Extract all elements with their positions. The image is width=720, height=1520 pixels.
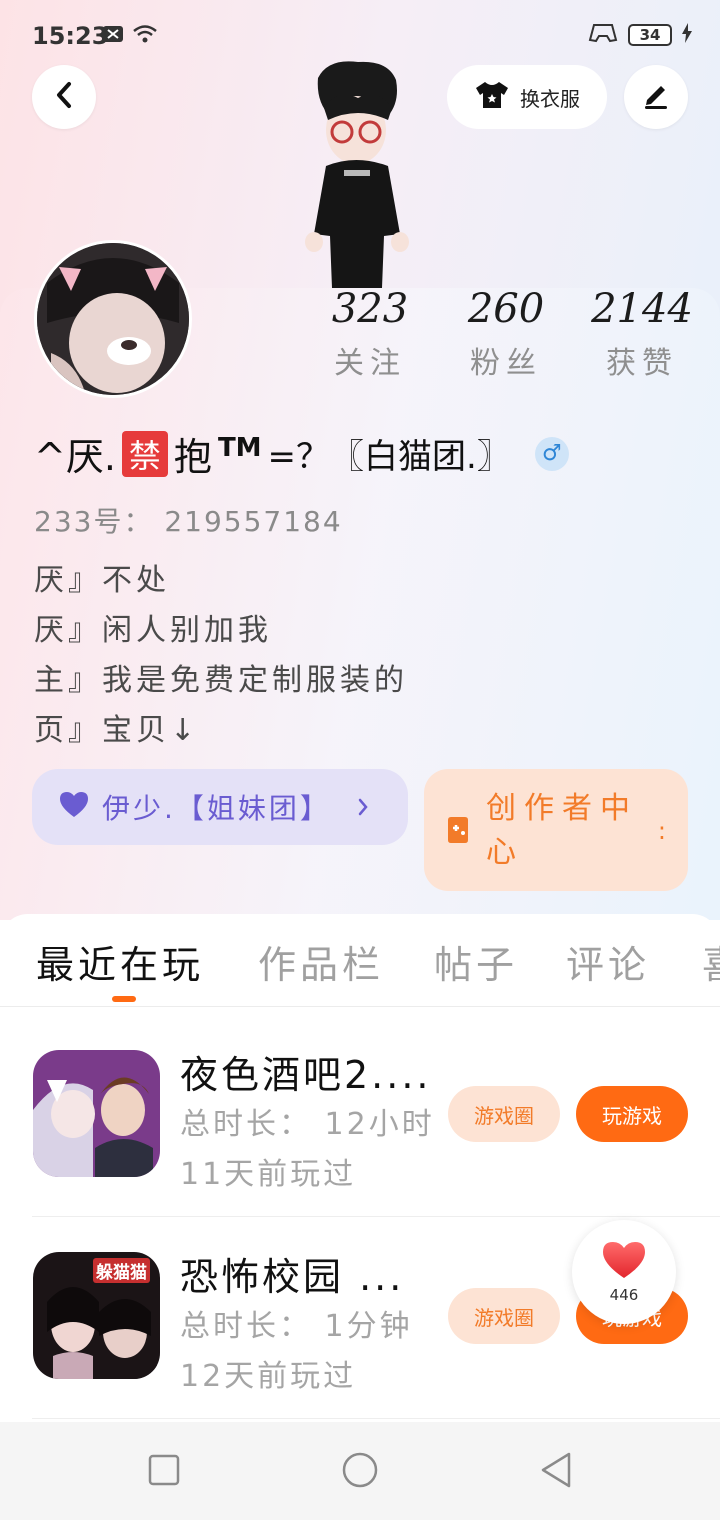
stat-following[interactable]: 323 关注 xyxy=(310,286,430,382)
gamepad-plus-icon xyxy=(446,813,470,857)
notification-icon xyxy=(102,25,124,47)
change-outfit-button[interactable]: 换衣服 xyxy=(447,65,607,129)
nickname-sup: TM xyxy=(217,432,262,463)
likes-count: 2144 xyxy=(591,286,693,332)
game-icon xyxy=(33,1050,160,1177)
game-duration: 总时长： 1分钟 xyxy=(180,1309,413,1344)
game-meta: 总时长： 1分钟 12天前玩过 xyxy=(180,1302,413,1402)
game-icon: 躲猫猫 xyxy=(33,1252,160,1379)
nickname-suffix: =？〖白猫团.〗 xyxy=(267,437,511,477)
avatar-3d-figure[interactable] xyxy=(288,58,428,294)
system-nav-bar xyxy=(0,1422,720,1520)
game-title: 夜色酒吧2.... xyxy=(180,1053,432,1097)
gamepad-icon xyxy=(588,22,618,48)
heart-icon xyxy=(601,1240,647,1284)
bio-line: 厌』不处 xyxy=(34,563,170,598)
bio-line: 主』我是免费定制服装的 xyxy=(34,663,408,698)
circle-icon xyxy=(341,1451,379,1493)
creator-center-label: 创作者中心 xyxy=(486,791,638,870)
heart-icon xyxy=(58,790,90,825)
back-nav-button[interactable] xyxy=(534,1450,578,1494)
home-button[interactable] xyxy=(338,1450,382,1494)
group-chip[interactable]: 伊少.【姐妹团】 xyxy=(32,769,408,845)
game-meta: 总时长： 12小时 11天前玩过 xyxy=(180,1100,435,1200)
following-count: 323 xyxy=(331,286,409,332)
pencil-icon xyxy=(641,80,671,114)
divider xyxy=(32,1418,720,1419)
bio-line: 厌』闲人别加我 xyxy=(34,613,272,648)
tshirt-icon xyxy=(474,80,510,115)
likes-label: 获赞 xyxy=(606,346,678,381)
list-item[interactable]: 夜色酒吧2.... 总时长： 12小时 11天前玩过 游戏圈 玩游戏 xyxy=(0,1016,720,1216)
back-button[interactable] xyxy=(32,65,96,129)
followers-label: 粉丝 xyxy=(470,346,542,381)
profile-bio: 厌』不处 厌』闲人别加我 主』我是免费定制服装的 页』宝贝↓ xyxy=(34,556,408,756)
chevron-right-icon xyxy=(357,791,369,824)
content-tabs: 最近在玩 作品栏 帖子 评论 喜 xyxy=(0,914,720,1007)
chevron-left-icon xyxy=(54,81,74,113)
creator-center-button[interactable]: 创作者中心 : xyxy=(424,769,688,891)
profile-nickname: ^厌. 禁 抱 TM =？〖白猫团.〗 ♂ xyxy=(34,426,569,481)
tab-comments[interactable]: 评论 xyxy=(566,934,650,989)
edit-profile-button[interactable] xyxy=(624,65,688,129)
game-circle-button[interactable]: 游戏圈 xyxy=(448,1086,560,1142)
tab-posts[interactable]: 帖子 xyxy=(434,934,518,989)
like-count: 446 xyxy=(609,1286,639,1304)
wifi-icon xyxy=(132,24,158,48)
recent-apps-button[interactable] xyxy=(142,1450,186,1494)
game-duration: 总时长： 12小时 xyxy=(180,1107,435,1142)
nickname-prefix: ^厌. xyxy=(34,435,116,479)
game-title: 恐怖校园 ... xyxy=(180,1255,405,1299)
battery-indicator: 34 xyxy=(628,24,672,46)
stat-followers[interactable]: 260 粉丝 xyxy=(446,286,566,382)
triangle-back-icon xyxy=(539,1451,573,1493)
bio-line: 页』宝贝↓ xyxy=(34,713,200,748)
user-avatar[interactable] xyxy=(34,240,192,398)
square-icon xyxy=(148,1454,180,1490)
male-gender-icon: ♂ xyxy=(534,436,569,471)
divider xyxy=(32,1216,720,1217)
play-game-button[interactable]: 玩游戏 xyxy=(576,1086,688,1142)
game-icon-text: 躲猫猫 xyxy=(93,1258,150,1283)
tab-recently-played[interactable]: 最近在玩 xyxy=(36,934,204,989)
active-tab-indicator xyxy=(112,996,136,1002)
stat-likes[interactable]: 2144 获赞 xyxy=(582,286,702,382)
game-last-played: 11天前玩过 xyxy=(180,1157,357,1192)
following-label: 关注 xyxy=(334,346,406,381)
more-dots-icon: : xyxy=(657,817,666,845)
tab-works[interactable]: 作品栏 xyxy=(258,934,384,989)
user-id[interactable]: 233号： 219557184 xyxy=(34,500,343,540)
ban-emoji: 禁 xyxy=(121,430,168,477)
charging-icon xyxy=(682,23,692,47)
change-outfit-label: 换衣服 xyxy=(520,86,580,111)
tab-likes[interactable]: 喜 xyxy=(702,934,720,989)
like-float-button[interactable]: 446 xyxy=(572,1220,676,1324)
group-chip-label: 伊少.【姐妹团】 xyxy=(102,792,331,825)
status-time: 15:23 xyxy=(32,22,109,50)
followers-count: 260 xyxy=(467,286,545,332)
game-last-played: 12天前玩过 xyxy=(180,1359,357,1394)
nickname-mid: 抱 xyxy=(173,435,212,479)
game-circle-button[interactable]: 游戏圈 xyxy=(448,1288,560,1344)
